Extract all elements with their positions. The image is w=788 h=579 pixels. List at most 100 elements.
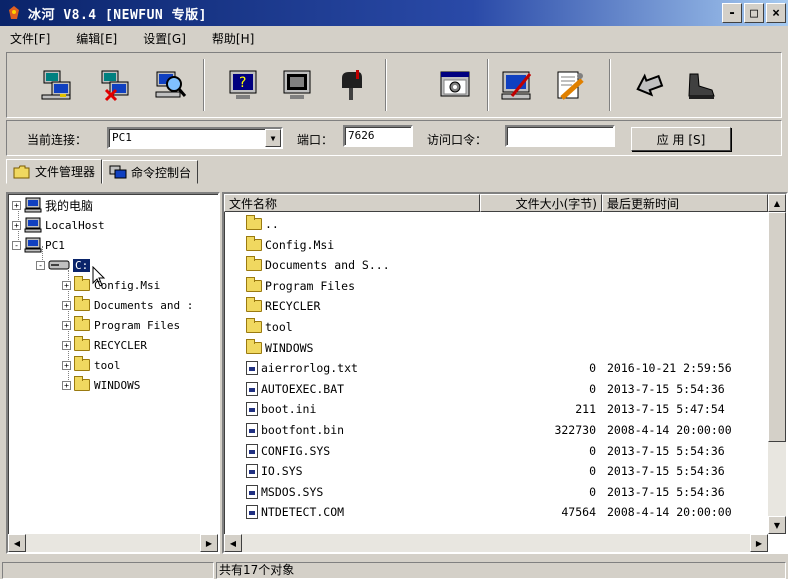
expand-icon[interactable]: + <box>12 200 21 210</box>
scroll-right-icon[interactable]: ▶ <box>750 534 768 552</box>
table-row[interactable]: Config.Msi <box>224 235 764 256</box>
column-header-date[interactable]: 最后更新时间 <box>602 194 768 212</box>
collapse-icon[interactable]: - <box>12 240 21 250</box>
collapse-icon[interactable]: - <box>36 260 45 270</box>
port-field[interactable]: 7626 <box>343 125 413 147</box>
control-panel-button[interactable] <box>433 63 477 107</box>
password-field[interactable] <box>505 125 615 147</box>
table-row[interactable]: RECYCLER <box>224 296 764 317</box>
menu-settings[interactable]: 设置[G] <box>143 30 186 47</box>
folder-icon <box>74 316 90 331</box>
menu-help[interactable]: 帮助[H] <box>212 30 254 47</box>
table-row[interactable]: IO.SYS 0 2013-7-15 5:54:36 <box>224 461 764 482</box>
tree-item-localhost[interactable]: + LocalHost <box>12 216 105 234</box>
file-horizontal-scrollbar[interactable]: ◀ ▶ <box>224 534 768 552</box>
table-row[interactable]: CONFIG.SYS 0 2013-7-15 5:54:36 <box>224 441 764 462</box>
settings-tools-button[interactable] <box>547 63 591 107</box>
mailbox-button[interactable] <box>329 63 373 107</box>
settings-tools-icon <box>557 71 584 100</box>
tree-item-label: PC1 <box>45 238 65 252</box>
table-row[interactable]: tool <box>224 317 764 338</box>
scroll-up-icon[interactable]: ▲ <box>768 194 786 212</box>
back-button[interactable] <box>627 63 671 107</box>
file-size: 0 <box>589 464 596 479</box>
table-row[interactable]: NTDETECT.COM 47564 2008-4-14 20:00:00 <box>224 502 764 523</box>
delete-computer-button[interactable] <box>93 63 137 107</box>
file-icon <box>246 443 258 458</box>
find-computer-button[interactable] <box>149 63 193 107</box>
add-computer-button[interactable] <box>35 63 79 107</box>
scroll-left-icon[interactable]: ◀ <box>8 534 26 552</box>
maximize-button[interactable]: □ <box>744 3 764 23</box>
expand-icon[interactable]: + <box>62 380 71 390</box>
tab-file-manager[interactable]: 文件管理器 <box>6 159 103 184</box>
scroll-thumb[interactable] <box>768 212 786 442</box>
table-row[interactable]: bootfont.bin 322730 2008-4-14 20:00:00 <box>224 420 764 441</box>
file-name: Documents and S... <box>265 258 390 273</box>
tree-item-folder[interactable]: + Program Files <box>62 316 180 334</box>
help-monitor-button[interactable]: ? <box>221 63 265 107</box>
expand-icon[interactable]: + <box>62 280 71 290</box>
file-name: Program Files <box>265 278 356 293</box>
table-row[interactable]: Program Files <box>224 276 764 297</box>
tree-item-folder[interactable]: + Documents and : <box>62 296 193 314</box>
expand-icon[interactable]: + <box>12 220 21 230</box>
tree-item-folder[interactable]: + Config.Msi <box>62 276 160 294</box>
tree-item-drive-c[interactable]: - C: <box>36 256 91 274</box>
file-vertical-scrollbar[interactable]: ▲ ▼ <box>768 194 786 534</box>
config-edit-button[interactable] <box>495 63 539 107</box>
column-header-size[interactable]: 文件大小(字节) <box>480 194 602 212</box>
scroll-down-icon[interactable]: ▼ <box>768 516 786 534</box>
file-date: 2013-7-15 5:54:36 <box>607 381 725 396</box>
tree-item-my-computer[interactable]: + 我的电脑 <box>12 196 93 214</box>
drive-icon <box>48 260 70 270</box>
scroll-left-icon[interactable]: ◀ <box>224 534 242 552</box>
control-panel-icon <box>440 71 470 97</box>
folder-open-icon <box>13 165 30 178</box>
tree-item-folder[interactable]: + RECYCLER <box>62 336 147 354</box>
apply-button[interactable]: 应 用 [S] <box>631 127 731 151</box>
expand-icon[interactable]: + <box>62 300 71 310</box>
status-object-count: 共有17个对象 <box>216 562 786 579</box>
file-name: bootfont.bin <box>261 423 345 437</box>
menu-file[interactable]: 文件[F] <box>10 30 50 47</box>
expand-icon[interactable]: + <box>62 320 71 330</box>
table-row[interactable]: WINDOWS <box>224 338 764 359</box>
file-name: tool <box>265 320 293 334</box>
file-size: 322730 <box>554 423 596 437</box>
tab-command-console[interactable]: 命令控制台 <box>102 160 199 184</box>
file-name: .. <box>265 217 279 231</box>
tree-horizontal-scrollbar[interactable]: ◀ ▶ <box>8 534 218 552</box>
config-edit-icon <box>501 71 532 100</box>
table-row[interactable]: boot.ini 211 2013-7-15 5:47:54 <box>224 399 764 420</box>
chevron-down-icon[interactable]: ▼ <box>265 129 281 147</box>
file-name: Config.Msi <box>265 237 335 252</box>
file-icon <box>246 505 258 520</box>
file-name: IO.SYS <box>261 464 303 479</box>
table-row[interactable]: MSDOS.SYS 0 2013-7-15 5:54:36 <box>224 482 764 503</box>
table-row[interactable]: AUTOEXEC.BAT 0 2013-7-15 5:54:36 <box>224 379 764 400</box>
scroll-right-icon[interactable]: ▶ <box>200 534 218 552</box>
table-row[interactable]: Documents and S... <box>224 255 764 276</box>
file-name: aierrorlog.txt <box>261 361 358 376</box>
menu-edit[interactable]: 编辑[E] <box>76 30 117 47</box>
add-computer-icon <box>41 70 71 100</box>
expand-icon[interactable]: + <box>62 360 71 370</box>
app-icon <box>9 6 19 19</box>
file-icon <box>246 381 258 396</box>
table-row[interactable]: aierrorlog.txt 0 2016-10-21 2:59:56 <box>224 358 764 379</box>
exit-button[interactable] <box>679 63 723 107</box>
file-icon <box>246 423 258 437</box>
folder-tree: + 我的电脑 + LocalHost - PC1 - C: + Config.M… <box>6 192 220 554</box>
screen-monitor-button[interactable] <box>275 63 319 107</box>
folder-icon <box>74 336 90 351</box>
tree-item-folder[interactable]: + tool <box>62 356 121 374</box>
table-row[interactable]: .. <box>224 214 764 235</box>
minimize-button[interactable]: - <box>722 3 742 23</box>
current-connection-combo[interactable]: PC1 ▼ <box>107 127 283 149</box>
tree-item-folder[interactable]: + WINDOWS <box>62 376 140 394</box>
tree-item-pc1[interactable]: - PC1 <box>12 236 65 254</box>
close-button[interactable]: × <box>766 3 786 23</box>
expand-icon[interactable]: + <box>62 340 71 350</box>
column-header-name[interactable]: 文件名称 <box>224 194 480 212</box>
